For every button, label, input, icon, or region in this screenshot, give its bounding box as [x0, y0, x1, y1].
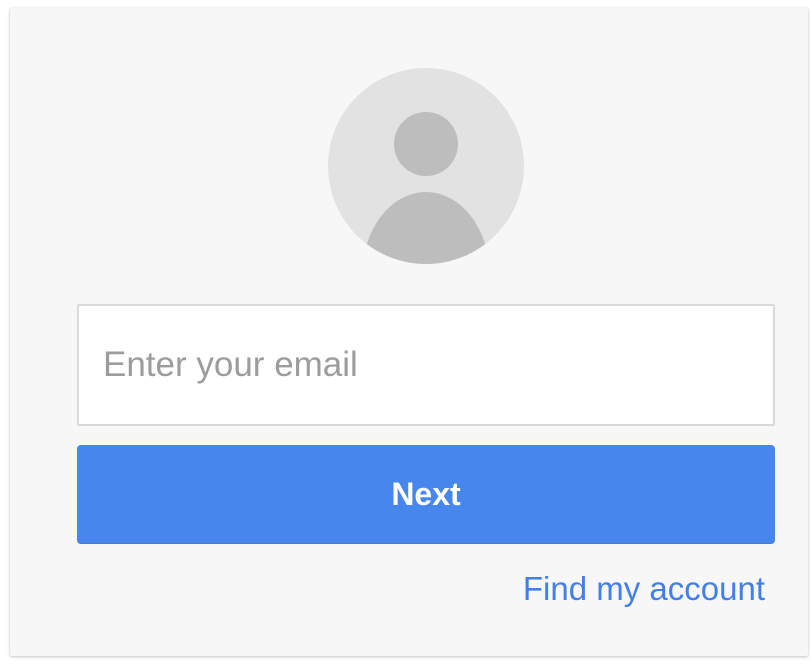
user-silhouette-icon [362, 112, 490, 264]
sign-in-card: Next Find my account [10, 8, 808, 656]
email-input[interactable] [77, 304, 775, 426]
find-my-account-link[interactable]: Find my account [523, 570, 765, 608]
next-button[interactable]: Next [77, 445, 775, 544]
default-avatar-icon [328, 68, 524, 264]
